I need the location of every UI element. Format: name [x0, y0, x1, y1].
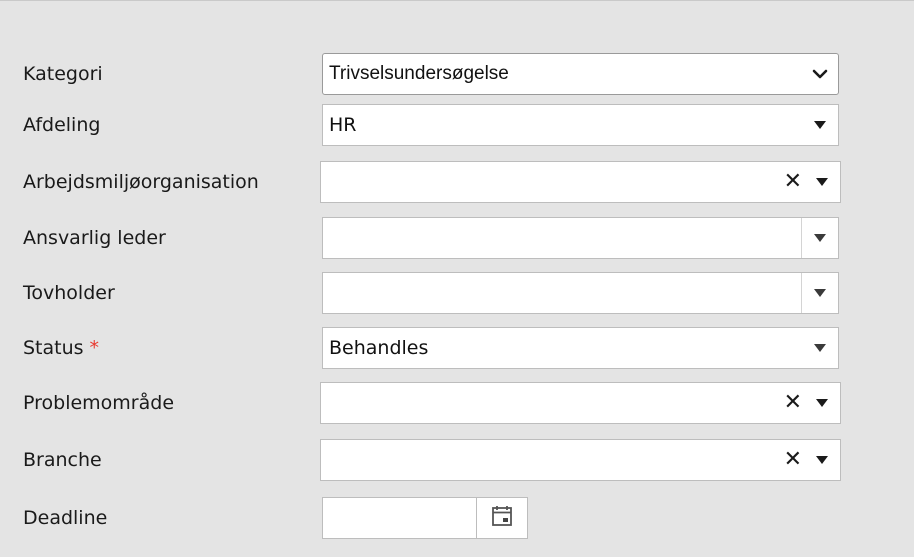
status-row: Status * Behandles — [0, 327, 914, 369]
clear-icon[interactable]: ✕ — [784, 162, 802, 202]
arbejdsmiljo-row: Arbejdsmiljøorganisation ✕ — [0, 161, 914, 203]
afdeling-select[interactable]: HR — [322, 104, 839, 146]
caret-down-icon[interactable] — [802, 328, 838, 368]
caret-down-icon[interactable] — [804, 383, 840, 423]
calendar-button[interactable] — [476, 497, 528, 539]
kategori-value: Trivselsundersøgelse — [329, 63, 509, 84]
kategori-label: Kategori — [23, 63, 103, 85]
branche-row: Branche ✕ — [0, 439, 914, 481]
branche-select[interactable]: ✕ — [320, 439, 841, 481]
deadline-label: Deadline — [23, 507, 108, 529]
tovholder-row: Tovholder — [0, 272, 914, 314]
caret-down-icon[interactable] — [802, 105, 838, 145]
afdeling-row: Afdeling HR — [0, 104, 914, 146]
ansvarlig-label: Ansvarlig leder — [23, 227, 166, 249]
kategori-row: Kategori Trivselsundersøgelse — [0, 53, 914, 95]
arbejdsmiljo-label: Arbejdsmiljøorganisation — [23, 171, 259, 193]
status-select[interactable]: Behandles — [322, 327, 839, 369]
ansvarlig-select[interactable] — [322, 217, 839, 259]
branche-label: Branche — [23, 449, 102, 471]
problemomrade-row: Problemområde ✕ — [0, 382, 914, 424]
chevron-down-icon[interactable] — [802, 54, 838, 94]
ansvarlig-row: Ansvarlig leder — [0, 217, 914, 259]
deadline-input[interactable] — [322, 497, 476, 539]
tovholder-label: Tovholder — [23, 282, 115, 304]
kategori-select[interactable]: Trivselsundersøgelse — [322, 53, 839, 95]
caret-down-icon[interactable] — [801, 218, 838, 258]
status-label: Status * — [23, 327, 99, 369]
form-panel: Kategori Trivselsundersøgelse Afdeling H… — [0, 0, 914, 557]
afdeling-label: Afdeling — [23, 114, 101, 136]
status-label-text: Status — [23, 337, 84, 359]
caret-down-icon[interactable] — [804, 162, 840, 202]
deadline-row: Deadline — [0, 497, 914, 539]
calendar-icon — [490, 504, 514, 532]
tovholder-select[interactable] — [322, 272, 839, 314]
problemomrade-label: Problemområde — [23, 392, 175, 414]
arbejdsmiljo-select[interactable]: ✕ — [320, 161, 841, 203]
clear-icon[interactable]: ✕ — [784, 383, 802, 423]
caret-down-icon[interactable] — [801, 273, 838, 313]
clear-icon[interactable]: ✕ — [784, 440, 802, 480]
problemomrade-select[interactable]: ✕ — [320, 382, 841, 424]
caret-down-icon[interactable] — [804, 440, 840, 480]
required-marker: * — [89, 337, 100, 359]
status-value: Behandles — [329, 337, 429, 359]
afdeling-value: HR — [329, 114, 357, 136]
